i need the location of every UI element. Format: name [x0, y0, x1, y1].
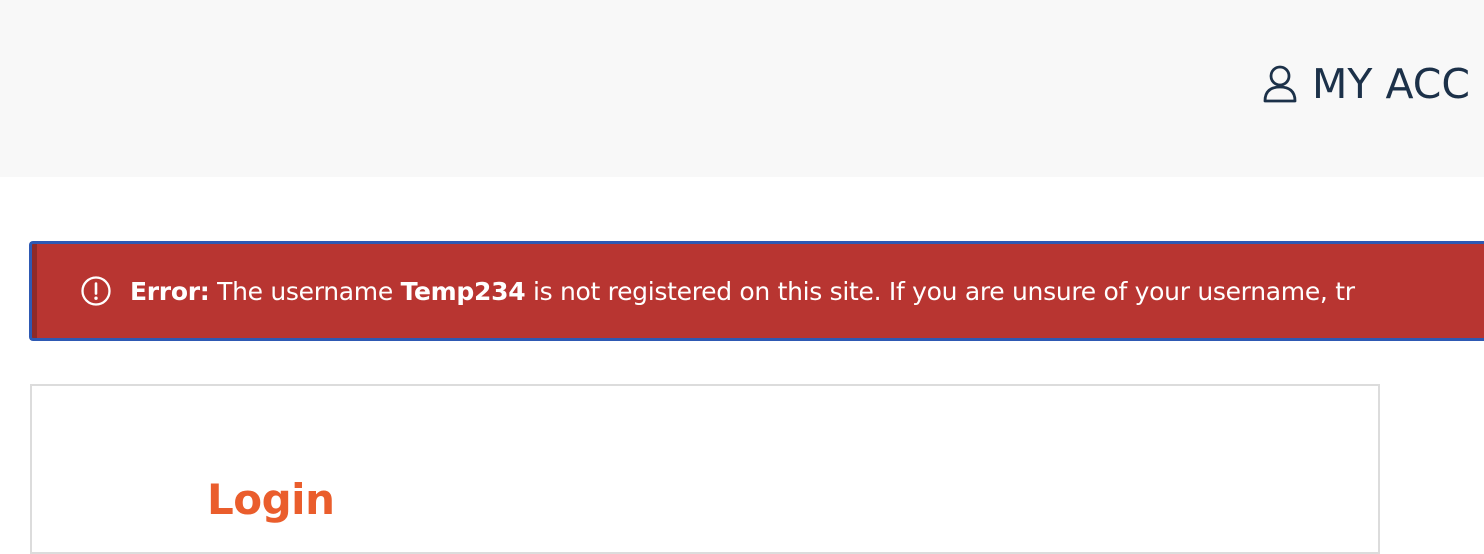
- login-panel: Login: [30, 384, 1380, 554]
- error-label: Error:: [130, 276, 210, 306]
- site-header: MY ACC: [0, 0, 1484, 177]
- error-message-before: The username: [209, 276, 401, 306]
- my-account-link[interactable]: MY ACC: [1262, 60, 1470, 108]
- alert-circle-icon: [80, 275, 130, 307]
- error-message-row: Error: The username Temp234 is not regis…: [80, 244, 1355, 338]
- login-title: Login: [207, 475, 335, 524]
- user-icon: [1262, 64, 1298, 104]
- error-username: Temp234: [400, 276, 526, 306]
- error-message-after: is not registered on this site. If you a…: [525, 276, 1355, 306]
- my-account-label: MY ACC: [1312, 60, 1471, 108]
- error-notice: Error: The username Temp234 is not regis…: [29, 241, 1484, 341]
- error-message: Error: The username Temp234 is not regis…: [130, 277, 1355, 306]
